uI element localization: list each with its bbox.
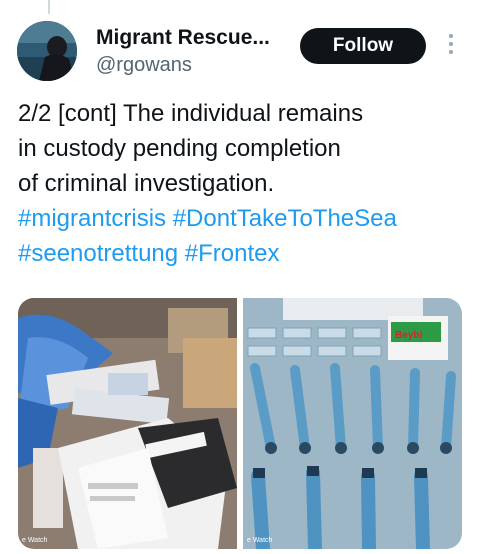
photo-syringes: Beybi e Watch bbox=[243, 298, 462, 549]
tweet-line: in custody pending completion bbox=[18, 135, 341, 162]
hashtag-link[interactable]: #DontTakeToTheSea bbox=[173, 205, 397, 232]
hashtag-link[interactable]: #migrantcrisis bbox=[18, 205, 166, 232]
watermark-text: e Watch bbox=[22, 537, 48, 544]
media-photo-1[interactable]: e Watch bbox=[18, 298, 237, 549]
hashtag-row: #migrantcrisis #DontTakeToTheSea bbox=[18, 201, 468, 236]
tweet-line: 2/2 [cont] The individual remains bbox=[18, 100, 364, 127]
media-photo-2[interactable]: Beybi e Watch bbox=[243, 298, 462, 549]
more-options-icon[interactable] bbox=[444, 34, 458, 60]
tweet-line: of criminal investigation. bbox=[18, 170, 275, 197]
tweet-text: 2/2 [cont] The individual remains in cus… bbox=[18, 96, 468, 271]
hashtag-row: #seenotrettung #Frontex bbox=[18, 236, 468, 271]
avatar[interactable] bbox=[17, 21, 77, 81]
author-handle[interactable]: @rgowans bbox=[96, 54, 192, 77]
avatar-image bbox=[17, 21, 77, 81]
photo-medical-supplies: e Watch bbox=[18, 298, 237, 549]
thread-connector bbox=[48, 0, 50, 14]
hashtag-link[interactable]: #seenotrettung bbox=[18, 240, 178, 267]
follow-button[interactable]: Follow bbox=[300, 28, 426, 64]
watermark-text: e Watch bbox=[247, 537, 273, 544]
box-label: Beybi bbox=[395, 330, 422, 341]
author-display-name[interactable]: Migrant Rescue... bbox=[96, 26, 270, 50]
hashtag-link[interactable]: #Frontex bbox=[185, 240, 280, 267]
